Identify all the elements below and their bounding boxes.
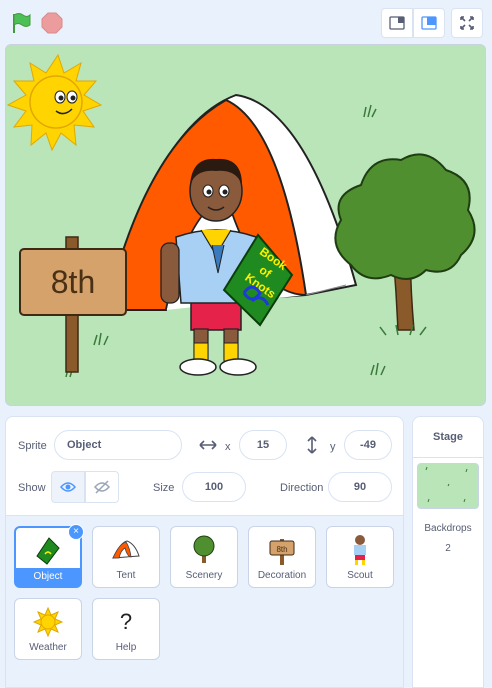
- sprite-list: × Object Tent Scenery 8th Decoration Sco…: [5, 516, 404, 688]
- small-stage-button[interactable]: [381, 8, 413, 38]
- stage-panel-title: Stage: [413, 417, 483, 458]
- size-input[interactable]: 100: [182, 472, 246, 502]
- show-sprite-button[interactable]: [51, 471, 85, 503]
- sprite-tile-label: Tent: [116, 570, 136, 581]
- sprite-tile-label: Scout: [347, 570, 373, 581]
- direction-input[interactable]: 90: [328, 472, 392, 502]
- hide-sprite-button[interactable]: [85, 471, 119, 503]
- tree: [334, 153, 476, 336]
- sprite-tile-scout[interactable]: Scout: [326, 526, 394, 588]
- stage-header: [0, 0, 492, 44]
- stage-selector-panel[interactable]: Stage Backdrops 2: [412, 416, 484, 688]
- x-position-input[interactable]: 15: [239, 430, 287, 460]
- fullscreen-icon: [460, 16, 474, 30]
- sprite-name-input[interactable]: Object: [54, 430, 182, 460]
- scout-thumbnail-icon: [354, 535, 366, 565]
- backdrops-label: Backdrops: [424, 523, 472, 534]
- show-label: Show: [18, 482, 46, 494]
- sprite-tile-weather[interactable]: Weather: [14, 598, 82, 660]
- size-label: Size: [153, 482, 175, 494]
- vertical-arrows-icon: [307, 436, 317, 454]
- backdrops-count: 2: [445, 543, 451, 554]
- sign-text: 8th: [51, 264, 95, 300]
- x-label: x: [225, 441, 231, 453]
- large-stage-icon: [421, 16, 437, 30]
- sprite-tile-label: Scenery: [185, 570, 223, 581]
- tent-thumbnail-icon: [112, 540, 140, 559]
- stage-canvas[interactable]: 8th Book of Knots: [5, 44, 486, 406]
- sprite-label: Sprite: [18, 440, 47, 452]
- sprite-tile-scenery[interactable]: Scenery: [170, 526, 238, 588]
- sun-thumbnail-icon: [33, 607, 63, 637]
- eye-icon: [60, 482, 76, 492]
- horizontal-arrows-icon: [199, 440, 217, 450]
- svg-text:8th: 8th: [276, 545, 287, 554]
- y-position-input[interactable]: -49: [344, 430, 392, 460]
- sprite-tile-label: Object: [16, 568, 80, 586]
- sprite-tile-object[interactable]: × Object: [14, 524, 84, 588]
- sprite-tile-help[interactable]: ? Help: [92, 598, 160, 660]
- book-thumbnail-icon: [36, 537, 60, 565]
- large-stage-button[interactable]: [413, 8, 445, 38]
- sign-thumbnail-icon: 8th: [269, 539, 295, 565]
- tree-thumbnail-icon: [193, 535, 215, 563]
- small-stage-icon: [389, 16, 405, 30]
- green-flag-icon[interactable]: [10, 12, 32, 34]
- sprite-tile-decoration[interactable]: 8th Decoration: [248, 526, 316, 588]
- sprite-tile-label: Help: [115, 642, 137, 653]
- eye-slash-icon: [94, 480, 110, 494]
- fullscreen-button[interactable]: [451, 8, 483, 38]
- sprite-tile-tent[interactable]: Tent: [92, 526, 160, 588]
- direction-label: Direction: [280, 482, 324, 494]
- question-mark-icon: ?: [119, 609, 133, 634]
- sprite-tile-label: Weather: [29, 642, 67, 653]
- wooden-sign: 8th: [19, 236, 127, 373]
- delete-sprite-icon[interactable]: ×: [68, 524, 84, 540]
- sun: [6, 53, 103, 152]
- stop-sign-icon[interactable]: [41, 12, 63, 34]
- sprite-info-panel: Sprite Object x 15 y -49 Show Size 100 D…: [5, 416, 404, 516]
- stage-thumbnail[interactable]: [417, 463, 479, 509]
- y-label: y: [330, 441, 336, 453]
- sprite-tile-label: Decoration: [257, 570, 307, 581]
